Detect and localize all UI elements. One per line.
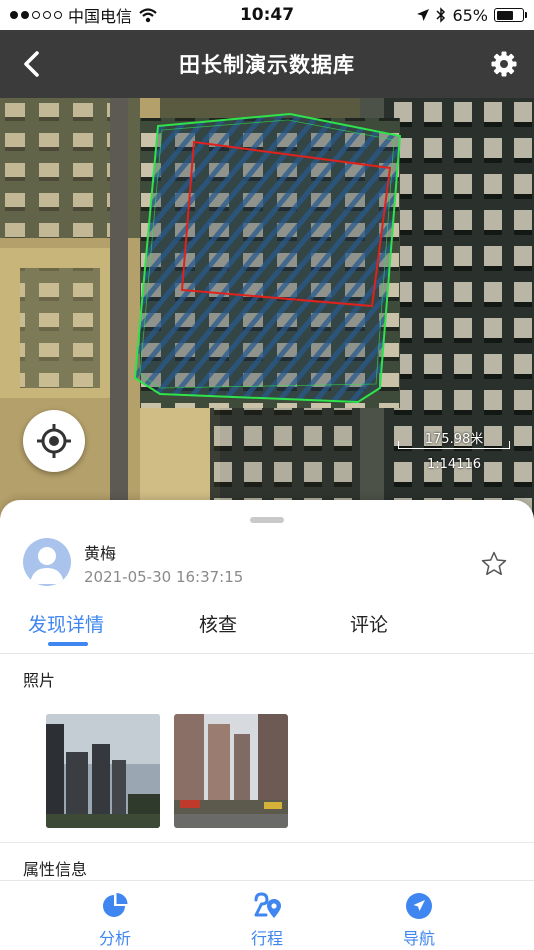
- settings-button[interactable]: [488, 48, 520, 80]
- scale-distance: 175.98米: [424, 432, 484, 447]
- favorite-button[interactable]: [480, 550, 508, 578]
- avatar: [23, 538, 71, 586]
- photo-thumbnail[interactable]: [174, 714, 288, 828]
- signal-strength-icon: [10, 11, 62, 19]
- scale-ratio: 1:14116: [426, 457, 481, 472]
- sheet-drag-handle[interactable]: [250, 517, 284, 523]
- section-divider: [0, 842, 534, 843]
- tab-verify[interactable]: 核查: [199, 610, 237, 637]
- route-icon: [254, 892, 281, 918]
- bottom-tab-bar: 分析 行程 导航: [0, 880, 534, 950]
- analysis-tab[interactable]: 分析: [55, 881, 175, 950]
- user-avatar-icon: [30, 547, 64, 584]
- analysis-label: 分析: [98, 929, 131, 948]
- route-tab[interactable]: 行程: [207, 881, 327, 950]
- battery-level: [496, 10, 513, 20]
- photos-heading: 照片: [23, 671, 56, 690]
- wifi-icon: [139, 8, 157, 23]
- navigation-arrow-icon: [406, 893, 432, 919]
- attributes-heading: 属性信息: [23, 860, 88, 879]
- satellite-map[interactable]: 175.98米 1:14116: [0, 98, 534, 518]
- star-outline-icon: [481, 551, 507, 576]
- detail-tabs: 发现详情 核查 评论: [0, 604, 534, 654]
- tab-comments[interactable]: 评论: [350, 610, 388, 637]
- locate-button[interactable]: [23, 410, 85, 472]
- battery-percent: 65%: [452, 5, 488, 25]
- photo-thumbnail[interactable]: [46, 714, 160, 828]
- bluetooth-icon: [436, 7, 446, 23]
- carrier-name: 中国电信: [68, 7, 133, 26]
- map-scale: 175.98米 1:14116: [398, 426, 510, 472]
- chevron-left-icon: [24, 51, 39, 77]
- status-bar: 中国电信 10:47 65%: [0, 0, 534, 30]
- pie-chart-icon: [103, 893, 128, 917]
- navigation-label: 导航: [402, 929, 435, 948]
- page-title: 田长制演示数据库: [179, 53, 355, 77]
- active-tab-indicator: [48, 642, 88, 646]
- tab-details[interactable]: 发现详情: [28, 610, 104, 637]
- route-label: 行程: [250, 929, 283, 948]
- battery-icon: [494, 8, 527, 22]
- user-name: 黄梅: [84, 544, 117, 563]
- location-arrow-icon: [417, 9, 430, 21]
- nav-bar: 田长制演示数据库: [0, 30, 534, 98]
- locate-crosshair-icon: [37, 424, 71, 458]
- back-button[interactable]: [16, 48, 48, 80]
- building-photo-1: [46, 714, 160, 828]
- gear-icon: [491, 51, 517, 77]
- navigation-tab[interactable]: 导航: [359, 881, 479, 950]
- record-timestamp: 2021-05-30 16:37:15: [84, 568, 244, 586]
- building-photo-2: [174, 714, 288, 828]
